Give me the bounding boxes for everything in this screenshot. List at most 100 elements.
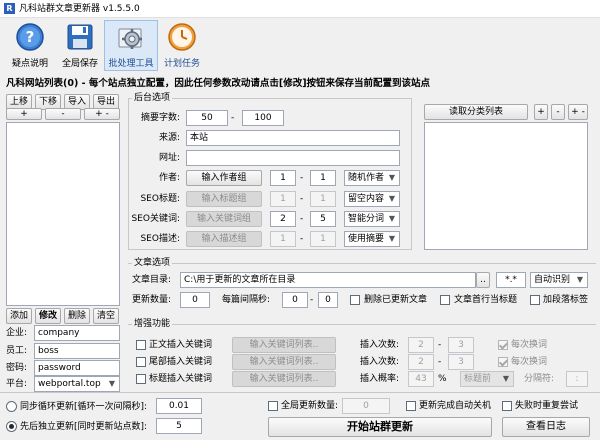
category-minus-button[interactable]: - [551,104,565,120]
seo-title-min-input[interactable]: 1 [270,191,296,207]
sync-loop-label: 同步循环更新[循环一次间隔秒]: [20,402,148,412]
title-keyword-list-button[interactable]: 输入关键词列表.. [232,371,336,387]
employee-input[interactable]: boss [34,343,120,359]
seo-desc-min-input[interactable]: 1 [270,231,296,247]
sync-loop-radio[interactable] [6,401,17,412]
source-label: 来源: [158,133,180,143]
enterprise-input[interactable]: company [34,325,120,341]
toolbar-item-batch[interactable]: 批处理工具 [104,20,158,71]
category-plus-button[interactable]: + [534,104,548,120]
toolbar-item-schedule[interactable]: 计划任务 [156,22,208,70]
toolbar-item-label: 计划任务 [163,59,200,69]
encoding-select[interactable]: 自动识别 ▼ [530,272,588,288]
password-input[interactable]: password [34,360,120,376]
chevron-down-icon: ▼ [388,214,396,223]
insert-count-label: 插入次数: [360,357,400,367]
dash: - [300,194,304,204]
summary-label: 摘要字数: [140,113,180,123]
seo-desc-mode-select[interactable]: 使用摘要 ▼ [344,231,400,247]
first-line-title-checkbox[interactable] [440,295,450,305]
seo-keyword-max-input[interactable]: 5 [310,211,336,227]
sync-loop-input[interactable]: 0.01 [156,398,202,414]
seo-title-group-button[interactable]: 输入标题组 [186,191,262,207]
chevron-down-icon: ▼ [388,173,396,182]
platform-select[interactable]: webportal.top ▼ [34,376,120,392]
summary-min-input[interactable]: 50 [186,110,228,126]
interval-min-input[interactable]: 0 [282,292,308,308]
category-plusminus-button[interactable]: + - [568,104,588,120]
insert-count-label: 插入次数: [360,340,400,350]
modify-site-button[interactable]: 修改 [35,308,61,324]
insert-probability-input[interactable]: 43 [408,371,434,387]
employee-label: 员工: [6,346,28,356]
seo-title-mode-select[interactable]: 留空内容 ▼ [344,191,400,207]
view-log-button[interactable]: 查看日志 [502,417,590,437]
start-update-button[interactable]: 开始站群更新 [268,417,492,437]
title-keyword-checkbox[interactable] [136,374,146,384]
password-label: 密码: [6,363,28,373]
tail-keyword-list-button[interactable]: 输入关键词列表.. [232,354,336,370]
seo-keyword-min-input[interactable]: 2 [270,211,296,227]
site-list[interactable] [6,122,120,306]
seo-desc-max-input[interactable]: 1 [310,231,336,247]
seo-keyword-group-button[interactable]: 输入关键词组 [186,211,262,227]
tail-keyword-each-checkbox[interactable] [498,357,508,367]
sequential-input[interactable]: 5 [156,418,202,434]
retry-checkbox[interactable] [502,401,512,411]
global-count-input[interactable]: 0 [342,398,390,414]
dash: - [310,295,314,305]
url-input[interactable] [186,150,400,166]
seo-keyword-mode-select[interactable]: 智能分词 ▼ [344,211,400,227]
add-site-button[interactable]: 添加 [6,308,32,324]
dash: - [300,214,304,224]
site-minus-button[interactable]: - [45,108,81,120]
read-category-button[interactable]: 读取分类列表 [424,104,528,120]
separator-input[interactable]: : [566,371,588,387]
article-dir-label: 文章目录: [132,275,172,285]
tail-keyword-min-input[interactable]: 2 [408,354,434,370]
file-ext-input[interactable]: *.* [496,272,526,288]
paragraph-tags-checkbox[interactable] [530,295,540,305]
delete-site-button[interactable]: 删除 [64,308,90,324]
category-list[interactable] [424,122,588,250]
site-plus-button[interactable]: + [6,108,42,120]
author-mode-select[interactable]: 随机作者 ▼ [344,170,400,186]
sequential-radio[interactable] [6,421,17,432]
summary-max-input[interactable]: 100 [242,110,284,126]
update-count-input[interactable]: 0 [180,292,210,308]
interval-max-input[interactable]: 0 [318,292,338,308]
dash: - [438,357,442,367]
author-min-input[interactable]: 1 [270,170,296,186]
body-keyword-each-label: 每次换词 [511,340,548,350]
global-count-checkbox[interactable] [268,401,278,411]
site-plusminus-button[interactable]: + - [84,108,120,120]
bottom-divider [0,392,600,393]
auto-shutdown-checkbox[interactable] [406,401,416,411]
clear-sites-button[interactable]: 清空 [93,308,119,324]
dash: - [300,234,304,244]
seo-desc-group-button[interactable]: 输入描述组 [186,231,262,247]
tail-keyword-checkbox[interactable] [136,357,146,367]
retry-label: 失败时重复尝试 [515,401,579,411]
body-keyword-checkbox[interactable] [136,340,146,350]
author-group-button[interactable]: 输入作者组 [186,170,262,186]
global-count-label: 全局更新数量: [281,401,339,411]
tail-keyword-max-input[interactable]: 3 [448,354,474,370]
article-dir-input[interactable]: C:\用于更新的文章所在目录 [180,272,476,288]
chevron-down-icon: ▼ [388,234,396,243]
body-keyword-each-checkbox[interactable] [498,340,508,350]
first-line-title-label: 文章首行当标题 [454,295,518,305]
body-keyword-list-button[interactable]: 输入关键词列表.. [232,337,336,353]
delete-updated-label: 删除已更新文章 [364,295,428,305]
title-position-select[interactable]: 标题前 ▼ [460,371,514,387]
toolbar-item-help[interactable]: ? 疑点说明 [4,22,56,70]
source-input[interactable]: 本站 [186,130,400,146]
toolbar-item-save[interactable]: 全局保存 [54,22,106,70]
browse-button[interactable]: .. [476,272,490,288]
body-keyword-min-input[interactable]: 2 [408,337,434,353]
delete-updated-checkbox[interactable] [350,295,360,305]
author-max-input[interactable]: 1 [310,170,336,186]
toolbar-item-label: 全局保存 [61,59,98,69]
seo-title-max-input[interactable]: 1 [310,191,336,207]
body-keyword-max-input[interactable]: 3 [448,337,474,353]
